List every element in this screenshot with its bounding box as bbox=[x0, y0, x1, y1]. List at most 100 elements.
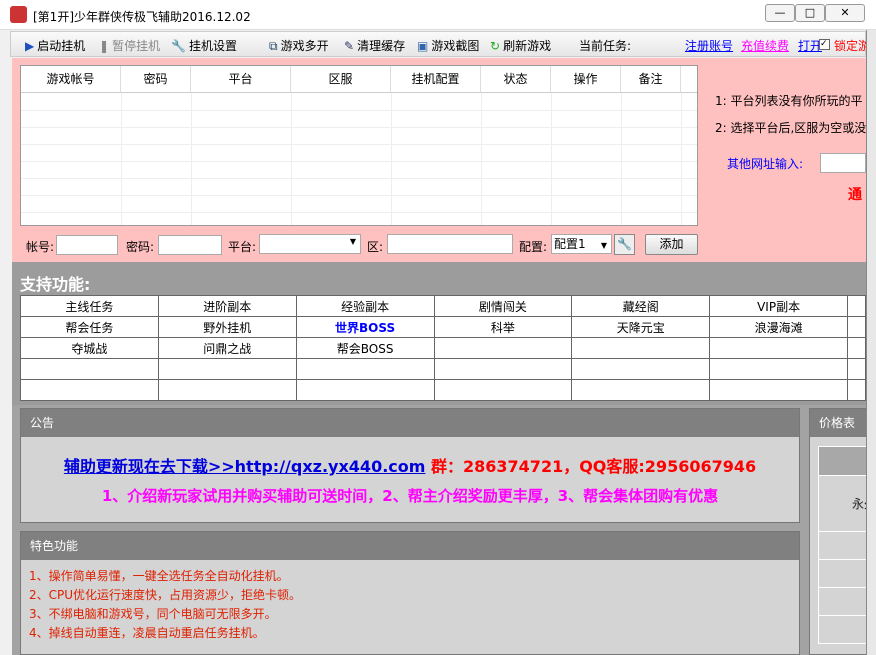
title-bar: [第1开]少年群侠传极飞辅助2016.12.02 — □ ✕ bbox=[0, 0, 876, 30]
config-label: 配置: bbox=[519, 240, 548, 254]
feature-cell bbox=[571, 358, 711, 380]
price-panel: 价格表 种 永久卡 天 周 月 季 bbox=[809, 408, 869, 655]
recharge-link[interactable]: 充值续费 bbox=[741, 37, 789, 54]
feature-cell[interactable]: 经验副本 bbox=[295, 295, 435, 317]
settings-button[interactable]: 🔧 挂机设置 bbox=[171, 37, 237, 54]
feature-cell[interactable]: 帮会任务 bbox=[20, 316, 159, 338]
col-config[interactable]: 挂机配置 bbox=[391, 66, 481, 93]
feature-cell[interactable]: 帮会BOSS bbox=[295, 337, 435, 359]
screenshot-button[interactable]: ▣ 游戏截图 bbox=[417, 37, 479, 54]
multi-label: 游戏多开 bbox=[280, 39, 329, 53]
feature-cell bbox=[20, 379, 159, 401]
other-url-label: 其他网址输入: bbox=[727, 157, 804, 171]
feature-cell bbox=[709, 337, 848, 359]
col-zone[interactable]: 区服 bbox=[291, 66, 391, 93]
feature-cell[interactable]: 浪漫海滩 bbox=[709, 316, 848, 338]
price-row: 季 bbox=[818, 615, 868, 644]
feature-cell[interactable]: 世界BOSS bbox=[295, 316, 435, 338]
notice-title: 公告 bbox=[21, 409, 799, 437]
screenshot-label: 游戏截图 bbox=[431, 39, 480, 53]
password-input[interactable] bbox=[158, 235, 222, 255]
feature-cell bbox=[433, 337, 573, 359]
multi-open-button[interactable]: ⧉ 游戏多开 bbox=[269, 37, 329, 54]
toolbar: ▶ 启动挂机 ❚ 暂停挂机 🔧 挂机设置 ⧉ 游戏多开 ✎ 清理缓存 ▣ 游戏截图 ↻ 刷新游… bbox=[10, 31, 867, 57]
col-action[interactable]: 操作 bbox=[551, 66, 621, 93]
config-value: 配置1 bbox=[554, 237, 586, 251]
col-remark[interactable]: 备注 bbox=[621, 66, 681, 93]
add-button[interactable]: 添加 bbox=[645, 234, 698, 255]
special-panel: 特色功能 1、操作简单易懂，一键全选任务全自动化挂机。 2、CPU优化运行速度快… bbox=[20, 531, 800, 655]
feature-cell[interactable]: 科举 bbox=[433, 316, 573, 338]
feature-cell bbox=[157, 358, 297, 380]
feature-cell-filler bbox=[847, 379, 866, 401]
window-title: [第1开]少年群侠传极飞辅助2016.12.02 bbox=[33, 10, 251, 24]
zone-label: 区: bbox=[367, 240, 384, 254]
feature-cell[interactable]: VIP副本 bbox=[709, 295, 848, 317]
clear-cache-button[interactable]: ✎ 清理缓存 bbox=[344, 37, 405, 54]
feature-cell[interactable]: 夺城战 bbox=[20, 337, 159, 359]
feature-cell-filler bbox=[847, 337, 866, 359]
config-select[interactable]: 配置1 ▼ bbox=[551, 234, 612, 254]
account-table[interactable]: 游戏帐号 密码 平台 区服 挂机配置 状态 操作 备注 bbox=[20, 65, 698, 226]
other-url-input[interactable] bbox=[820, 153, 866, 173]
register-link[interactable]: 注册账号 bbox=[685, 37, 733, 54]
feature-cell bbox=[433, 379, 573, 401]
password-label: 密码: bbox=[126, 240, 155, 254]
platform-select[interactable]: ▼ bbox=[259, 234, 361, 254]
feature-cell[interactable]: 野外挂机 bbox=[157, 316, 297, 338]
col-account[interactable]: 游戏帐号 bbox=[21, 66, 121, 93]
minimize-button[interactable]: — bbox=[765, 4, 795, 22]
settings-label: 挂机设置 bbox=[188, 39, 237, 53]
feature-cell-filler bbox=[847, 295, 866, 317]
promo-text: 1、介绍新玩家试用并购买辅助可送时间，2、帮主介绍奖励更丰厚，3、帮会集体团购有… bbox=[101, 487, 719, 505]
current-task-label: 当前任务: bbox=[579, 39, 632, 53]
note-1: 1: 平台列表没有你所玩的平 bbox=[715, 94, 863, 108]
special-item: 2、CPU优化运行速度快，占用资源少，拒绝卡顿。 bbox=[29, 588, 302, 602]
windows-icon: ⧉ bbox=[269, 39, 278, 53]
pause-icon: ❚ bbox=[99, 39, 110, 53]
platform-label: 平台: bbox=[228, 240, 257, 254]
feature-cell[interactable]: 问鼎之战 bbox=[157, 337, 297, 359]
refresh-label: 刷新游戏 bbox=[503, 39, 552, 53]
start-button[interactable]: ▶ 启动挂机 bbox=[25, 37, 85, 54]
feature-cell bbox=[295, 379, 435, 401]
lock-label: 锁定游 bbox=[834, 39, 867, 53]
broom-icon: ✎ bbox=[344, 39, 355, 53]
feature-cell[interactable]: 藏经阁 bbox=[571, 295, 711, 317]
wrench-icon: 🔧 bbox=[617, 237, 632, 251]
features-title: 支持功能: bbox=[20, 275, 91, 294]
col-platform[interactable]: 平台 bbox=[191, 66, 291, 93]
price-row: 天 bbox=[818, 531, 868, 560]
close-button[interactable]: ✕ bbox=[825, 4, 865, 22]
pause-button[interactable]: ❚ 暂停挂机 bbox=[99, 37, 160, 54]
feature-cell[interactable]: 进阶副本 bbox=[157, 295, 297, 317]
refresh-button[interactable]: ↻ 刷新游戏 bbox=[490, 37, 551, 54]
chevron-down-icon: ▼ bbox=[349, 237, 356, 246]
maximize-button[interactable]: □ bbox=[795, 4, 825, 22]
feature-cell bbox=[571, 337, 711, 359]
feature-cell[interactable]: 主线任务 bbox=[20, 295, 159, 317]
col-password[interactable]: 密码 bbox=[121, 66, 191, 93]
feature-cell bbox=[157, 379, 297, 401]
account-label: 帐号: bbox=[26, 240, 55, 254]
clear-label: 清理缓存 bbox=[357, 39, 406, 53]
zone-input[interactable] bbox=[387, 234, 513, 254]
special-title: 特色功能 bbox=[21, 532, 799, 560]
lock-checkbox[interactable]: ✓ bbox=[819, 39, 830, 50]
feature-cell[interactable]: 天降元宝 bbox=[571, 316, 711, 338]
features-row bbox=[20, 379, 866, 401]
account-input[interactable] bbox=[56, 235, 118, 255]
feature-cell[interactable]: 剧情闯关 bbox=[433, 295, 573, 317]
feature-cell bbox=[20, 358, 159, 380]
col-status[interactable]: 状态 bbox=[481, 66, 551, 93]
price-row: 周 bbox=[818, 559, 868, 588]
app-icon bbox=[10, 6, 27, 23]
download-link[interactable]: 辅助更新现在去下载>>http://qxz.yx440.com bbox=[64, 457, 426, 476]
features-row bbox=[20, 358, 866, 380]
submit-red-text[interactable]: 通 bbox=[848, 184, 862, 204]
notice-panel: 公告 辅助更新现在去下载>>http://qxz.yx440.com 群：286… bbox=[20, 408, 800, 523]
feature-cell bbox=[433, 358, 573, 380]
config-wrench-button[interactable]: 🔧 bbox=[614, 234, 635, 255]
feature-cell bbox=[709, 379, 848, 401]
note-2: 2: 选择平台后,区服为空或没 bbox=[715, 121, 867, 135]
